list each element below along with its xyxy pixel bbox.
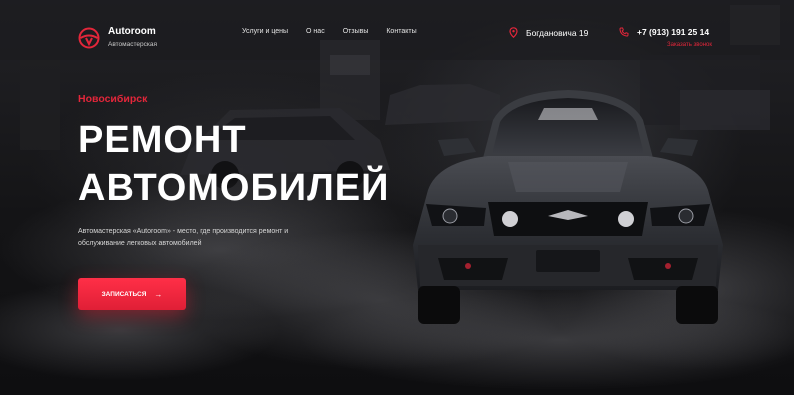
signup-button[interactable]: ЗАПИСАТЬСЯ → — [78, 278, 186, 310]
arrow-right-icon: → — [154, 289, 163, 299]
address: Богдановича 19 — [509, 27, 588, 38]
nav-item-contacts[interactable]: Контакты — [386, 28, 416, 35]
headline-line-1: РЕМОНТ — [78, 119, 247, 161]
address-text: Богдановича 19 — [526, 27, 589, 38]
nav-item-about[interactable]: О нас — [306, 28, 325, 35]
car-image — [413, 90, 723, 324]
page-title: РЕМОНТ АВТОМОБИЛЕЙ — [78, 116, 389, 212]
headline-line-2: АВТОМОБИЛЕЙ — [78, 167, 390, 209]
main-nav: Услуги и цены О нас Отзывы Контакты — [242, 28, 435, 35]
phone-block: +7 (913) 191 25 14 Заказать звонок — [619, 27, 712, 48]
city-label: Новосибирск — [78, 93, 148, 105]
phone-row[interactable]: +7 (913) 191 25 14 — [619, 27, 709, 37]
phone-number[interactable]: +7 (913) 191 25 14 — [637, 27, 709, 37]
hero-section: Autoroom Автомастерская Услуги и цены О … — [0, 0, 794, 395]
logo-subtitle: Автомастерская — [108, 41, 158, 48]
signup-button-label: ЗАПИСАТЬСЯ — [101, 290, 147, 298]
phone-icon — [619, 27, 629, 37]
callback-link[interactable]: Заказать звонок — [667, 42, 712, 48]
logo-name: Autoroom — [108, 26, 156, 37]
hero-description: Автомастерская «Autoroom» - место, где п… — [78, 228, 289, 247]
page-bottom-edge — [0, 395, 794, 405]
logo[interactable]: Autoroom Автомастерская — [78, 26, 157, 50]
steering-wheel-icon — [78, 27, 100, 49]
nav-item-services[interactable]: Услуги и цены — [242, 28, 288, 35]
map-pin-icon — [509, 27, 518, 38]
logo-text: Autoroom Автомастерская — [108, 26, 157, 50]
nav-item-reviews[interactable]: Отзывы — [343, 28, 369, 35]
